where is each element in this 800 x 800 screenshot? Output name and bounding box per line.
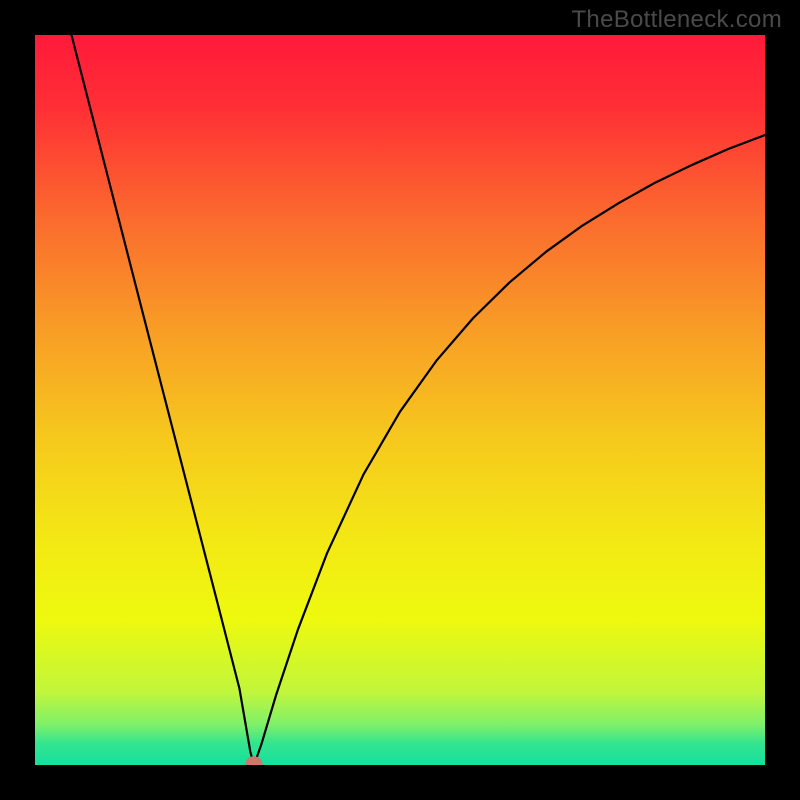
watermark-text: TheBottleneck.com	[571, 6, 782, 34]
gradient-plot-svg	[35, 35, 765, 765]
plot-area	[35, 35, 765, 765]
gradient-background	[35, 35, 765, 765]
chart-frame: TheBottleneck.com	[0, 0, 800, 800]
